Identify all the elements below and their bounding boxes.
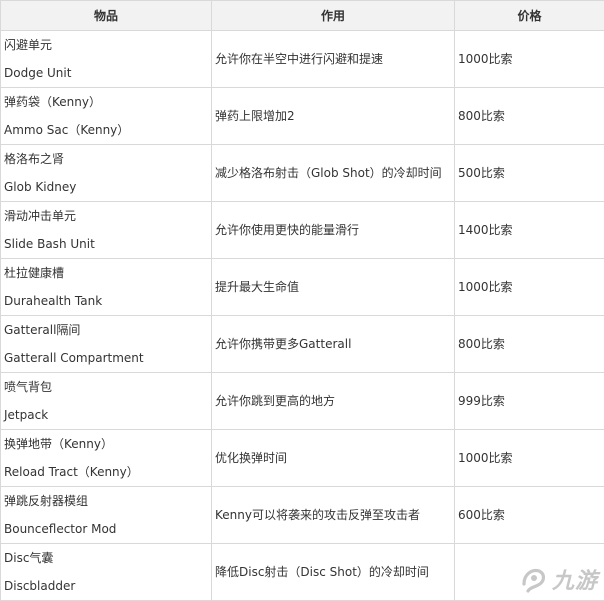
item-name-cn: 杜拉健康槽 (4, 259, 211, 287)
item-name-en: Jetpack (4, 401, 211, 429)
item-name-cn: 格洛布之肾 (4, 145, 211, 173)
item-effect: 弹药上限增加2 (212, 88, 455, 145)
item-name-cell: 弹药袋（Kenny） Ammo Sac（Kenny） (1, 88, 212, 145)
item-name-cn: 滑动冲击单元 (4, 202, 211, 230)
item-effect: 提升最大生命值 (212, 259, 455, 316)
table-row: 格洛布之肾 Glob Kidney 减少格洛布射击（Glob Shot）的冷却时… (1, 145, 604, 202)
item-name-cn: Disc气囊 (4, 544, 211, 572)
item-name-cn: 换弹地带（Kenny） (4, 430, 211, 458)
item-price: 1400比索 (455, 202, 604, 259)
item-name-cell: 喷气背包 Jetpack (1, 373, 212, 430)
header-row: 物品 作用 价格 (1, 1, 604, 31)
header-item: 物品 (1, 1, 212, 31)
item-name-cell: 弹跳反射器模组 Bounceflector Mod (1, 487, 212, 544)
item-name-cell: Gatterall隔间 Gatterall Compartment (1, 316, 212, 373)
item-price: 1000比索 (455, 430, 604, 487)
table-row: Gatterall隔间 Gatterall Compartment 允许你携带更… (1, 316, 604, 373)
table-row: 弹跳反射器模组 Bounceflector Mod Kenny可以将袭来的攻击反… (1, 487, 604, 544)
item-name-cell: 滑动冲击单元 Slide Bash Unit (1, 202, 212, 259)
item-name-en: Reload Tract（Kenny） (4, 458, 211, 486)
item-effect: 减少格洛布射击（Glob Shot）的冷却时间 (212, 145, 455, 202)
watermark-text: 九游 (552, 563, 598, 595)
item-name-en: Bounceflector Mod (4, 515, 211, 543)
item-effect: 优化换弹时间 (212, 430, 455, 487)
item-name-cn: 弹跳反射器模组 (4, 487, 211, 515)
item-name-cell: 格洛布之肾 Glob Kidney (1, 145, 212, 202)
item-price: 1000比索 (455, 31, 604, 88)
item-effect: 允许你在半空中进行闪避和提速 (212, 31, 455, 88)
item-effect: 降低Disc射击（Disc Shot）的冷却时间 (212, 544, 455, 601)
item-effect: 允许你跳到更高的地方 (212, 373, 455, 430)
item-price: 800比索 (455, 88, 604, 145)
item-name-cn: 弹药袋（Kenny） (4, 88, 211, 116)
item-price: 600比索 (455, 487, 604, 544)
table-row: 杜拉健康槽 Durahealth Tank 提升最大生命值 1000比索 (1, 259, 604, 316)
item-effect: Kenny可以将袭来的攻击反弹至攻击者 (212, 487, 455, 544)
table-row: 换弹地带（Kenny） Reload Tract（Kenny） 优化换弹时间 1… (1, 430, 604, 487)
item-name-en: Gatterall Compartment (4, 344, 211, 372)
header-price: 价格 (455, 1, 604, 31)
item-name-cell: Disc气囊 Discbladder (1, 544, 212, 601)
table-row: 滑动冲击单元 Slide Bash Unit 允许你使用更快的能量滑行 1400… (1, 202, 604, 259)
table-row: 闪避单元 Dodge Unit 允许你在半空中进行闪避和提速 1000比索 (1, 31, 604, 88)
item-name-cell: 换弹地带（Kenny） Reload Tract（Kenny） (1, 430, 212, 487)
item-name-en: Ammo Sac（Kenny） (4, 116, 211, 144)
item-price: 999比索 (455, 373, 604, 430)
item-name-cn: 闪避单元 (4, 31, 211, 59)
header-effect: 作用 (212, 1, 455, 31)
item-name-en: Durahealth Tank (4, 287, 211, 315)
jiuyou-logo-icon (518, 564, 548, 594)
item-price: 500比索 (455, 145, 604, 202)
item-name-en: Discbladder (4, 572, 211, 600)
item-name-cell: 闪避单元 Dodge Unit (1, 31, 212, 88)
item-price: 800比索 (455, 316, 604, 373)
item-name-cn: Gatterall隔间 (4, 316, 211, 344)
watermark: 九游 (518, 563, 598, 595)
table-row: 弹药袋（Kenny） Ammo Sac（Kenny） 弹药上限增加2 800比索 (1, 88, 604, 145)
item-name-en: Slide Bash Unit (4, 230, 211, 258)
item-name-en: Glob Kidney (4, 173, 211, 201)
table-header: 物品 作用 价格 (1, 1, 604, 31)
item-effect: 允许你使用更快的能量滑行 (212, 202, 455, 259)
table-body: 闪避单元 Dodge Unit 允许你在半空中进行闪避和提速 1000比索 弹药… (1, 31, 604, 601)
item-name-en: Dodge Unit (4, 59, 211, 87)
item-price: 1000比索 (455, 259, 604, 316)
items-table: 物品 作用 价格 闪避单元 Dodge Unit 允许你在半空中进行闪避和提速 … (0, 0, 604, 601)
item-name-cell: 杜拉健康槽 Durahealth Tank (1, 259, 212, 316)
item-effect: 允许你携带更多Gatterall (212, 316, 455, 373)
table-row: 喷气背包 Jetpack 允许你跳到更高的地方 999比索 (1, 373, 604, 430)
item-name-cn: 喷气背包 (4, 373, 211, 401)
table-row: Disc气囊 Discbladder 降低Disc射击（Disc Shot）的冷… (1, 544, 604, 601)
